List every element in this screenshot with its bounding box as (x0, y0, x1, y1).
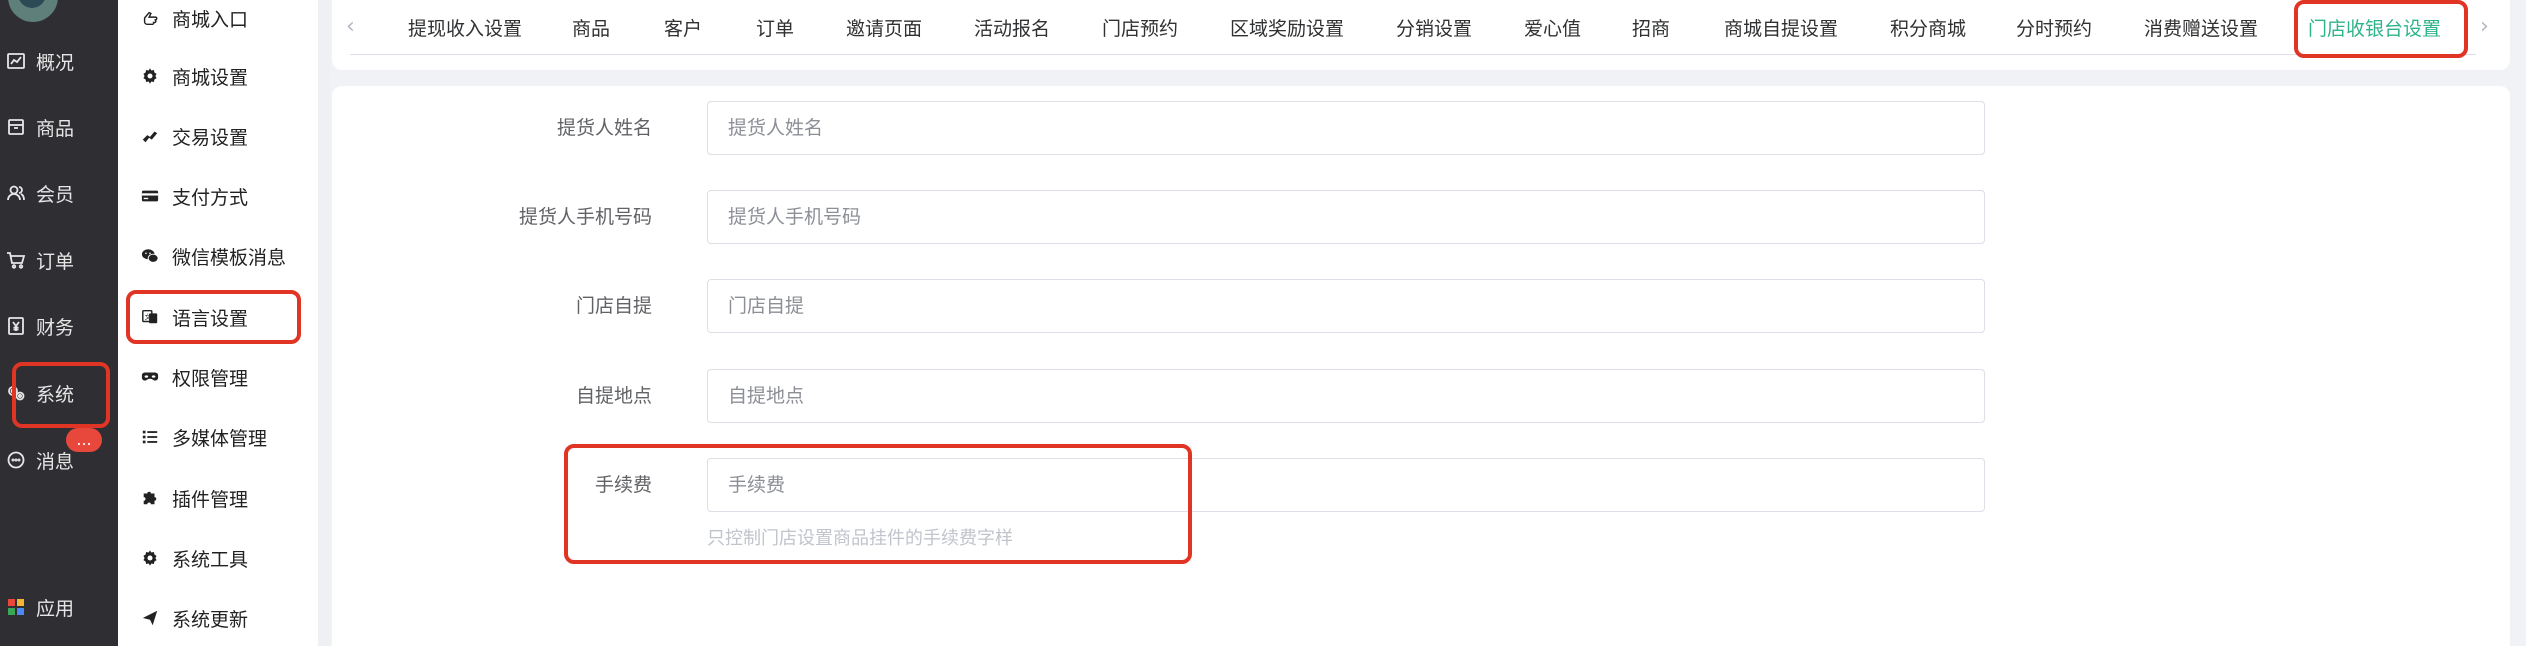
rail-item-products[interactable]: 商品 (0, 107, 118, 147)
store-pickup-input[interactable] (707, 279, 1985, 333)
pointer-hand-icon (140, 8, 160, 28)
tab-distribution[interactable]: 分销设置 (1396, 14, 1472, 41)
submenu-item-label: 语言设置 (172, 307, 249, 330)
mask-icon (140, 367, 160, 387)
form-row-fee: 手续费 (332, 458, 2510, 512)
chat-icon (4, 448, 28, 472)
submenu-item-permissions[interactable]: 权限管理 (118, 355, 318, 399)
form-row-pickup-location: 自提地点 (332, 369, 2510, 423)
cart-icon (4, 248, 28, 272)
tab-time-booking[interactable]: 分时预约 (2016, 14, 2092, 41)
submenu-item-label: 交易设置 (172, 126, 249, 149)
tabs-prev-arrow[interactable]: ‹ (346, 14, 355, 39)
form-row-store-pickup: 门店自提 (332, 279, 2510, 333)
rail-item-system[interactable]: 系统 (0, 373, 118, 413)
card-icon (140, 186, 160, 206)
users-icon (4, 181, 28, 205)
tab-points-mall[interactable]: 积分商城 (1890, 14, 1966, 41)
box-icon (4, 115, 28, 139)
layout-gutter (318, 0, 330, 646)
pickup-phone-input[interactable] (707, 190, 1985, 244)
fee-input[interactable] (707, 458, 1985, 512)
submenu-item-label: 系统更新 (172, 608, 249, 631)
rail-item-label: 系统 (36, 383, 75, 406)
tab-invite-page[interactable]: 邀请页面 (846, 14, 922, 41)
submenu-item-label: 插件管理 (172, 488, 249, 511)
tab-orders[interactable]: 订单 (756, 14, 794, 41)
tab-merchants[interactable]: 招商 (1632, 14, 1670, 41)
submenu-item-label: 微信模板消息 (172, 246, 287, 269)
fee-hint-text: 只控制门店设置商品挂件的手续费字样 (707, 528, 1013, 549)
field-label: 提货人姓名 (556, 117, 652, 139)
submenu-item-system-update[interactable]: 系统更新 (118, 596, 318, 640)
pickup-location-input[interactable] (707, 369, 1985, 423)
tabs-divider (350, 54, 2476, 55)
gears-icon (4, 381, 28, 405)
main-nav-rail: 概况 商品 会员 订单 财务 系统 ... 消息 应用 (0, 0, 118, 646)
field-label: 门店自提 (575, 295, 652, 317)
rail-item-label: 会员 (36, 183, 75, 206)
submenu-item-payment[interactable]: 支付方式 (118, 174, 318, 218)
tab-event-signup[interactable]: 活动报名 (974, 14, 1050, 41)
wechat-icon (140, 246, 160, 266)
submenu-item-plugins[interactable]: 插件管理 (118, 476, 318, 520)
store-cashier-settings-form: 提货人姓名 提货人手机号码 门店自提 自提地点 手续费 只控制门店设置商品挂件的… (332, 86, 2510, 646)
svg-text:文: 文 (145, 312, 152, 321)
field-label: 手续费 (594, 474, 652, 496)
rail-item-members[interactable]: 会员 (0, 173, 118, 213)
submenu-item-label: 权限管理 (172, 367, 249, 390)
tabs-next-arrow[interactable]: › (2480, 14, 2489, 39)
send-icon (140, 608, 160, 628)
submenu-item-mall-entry[interactable]: 商城入口 (118, 0, 318, 40)
submenu-item-media[interactable]: 多媒体管理 (118, 415, 318, 459)
submenu-item-mall-settings[interactable]: 商城设置 (118, 54, 318, 98)
form-row-pickup-name: 提货人姓名 (332, 101, 2510, 155)
rail-item-overview[interactable]: 概况 (0, 41, 118, 81)
rail-item-orders[interactable]: 订单 (0, 240, 118, 280)
apps-icon (4, 595, 28, 619)
rail-item-label: 概况 (36, 51, 75, 74)
rail-item-label: 商品 (36, 117, 75, 140)
submenu-item-label: 多媒体管理 (172, 427, 268, 450)
tab-customers[interactable]: 客户 (664, 14, 702, 41)
tab-store-booking[interactable]: 门店预约 (1102, 14, 1178, 41)
pickup-name-input[interactable] (707, 101, 1985, 155)
rail-item-label: 应用 (36, 597, 75, 620)
tab-products[interactable]: 商品 (572, 14, 610, 41)
language-icon: 文 (140, 307, 160, 327)
rail-item-label: 财务 (36, 316, 75, 339)
chart-icon (4, 49, 28, 73)
system-submenu: 商城入口 商城设置 交易设置 支付方式 微信模板消息 文 语言设置 权限管理 多… (118, 0, 318, 646)
gear-icon (140, 66, 160, 86)
gear-icon (140, 548, 160, 568)
tab-love-value[interactable]: 爱心值 (1524, 14, 1581, 41)
submenu-item-label: 商城设置 (172, 66, 249, 89)
rail-item-finance[interactable]: 财务 (0, 306, 118, 346)
puzzle-icon (140, 488, 160, 508)
tab-self-pickup[interactable]: 商城自提设置 (1724, 14, 1838, 41)
submenu-item-wechat-templates[interactable]: 微信模板消息 (118, 234, 318, 278)
form-row-pickup-phone: 提货人手机号码 (332, 190, 2510, 244)
rail-item-messages[interactable]: 消息 (0, 440, 118, 480)
brand-logo[interactable] (8, 0, 58, 22)
rail-item-label: 订单 (36, 250, 75, 273)
submenu-item-label: 商城入口 (172, 8, 249, 31)
field-label: 提货人手机号码 (518, 206, 652, 228)
rail-item-label: 消息 (36, 450, 75, 473)
submenu-item-system-tools[interactable]: 系统工具 (118, 536, 318, 580)
tab-withdraw-income[interactable]: 提现收入设置 (408, 14, 522, 41)
submenu-item-trade-settings[interactable]: 交易设置 (118, 114, 318, 158)
settings-tabs: ‹ 提现收入设置 商品 客户 订单 邀请页面 活动报名 门店预约 区域奖励设置 … (332, 0, 2510, 70)
list-icon (140, 427, 160, 447)
tab-store-cashier[interactable]: 门店收银台设置 (2308, 14, 2441, 41)
field-label: 自提地点 (575, 385, 652, 407)
submenu-item-language[interactable]: 文 语言设置 (118, 295, 318, 339)
handshake-icon (140, 126, 160, 146)
submenu-item-label: 支付方式 (172, 186, 249, 209)
tab-region-rewards[interactable]: 区域奖励设置 (1230, 14, 1344, 41)
rail-item-apps[interactable]: 应用 (0, 587, 118, 627)
tab-consumption-gift[interactable]: 消费赠送设置 (2144, 14, 2258, 41)
submenu-item-label: 系统工具 (172, 548, 249, 571)
yen-doc-icon (4, 314, 28, 338)
